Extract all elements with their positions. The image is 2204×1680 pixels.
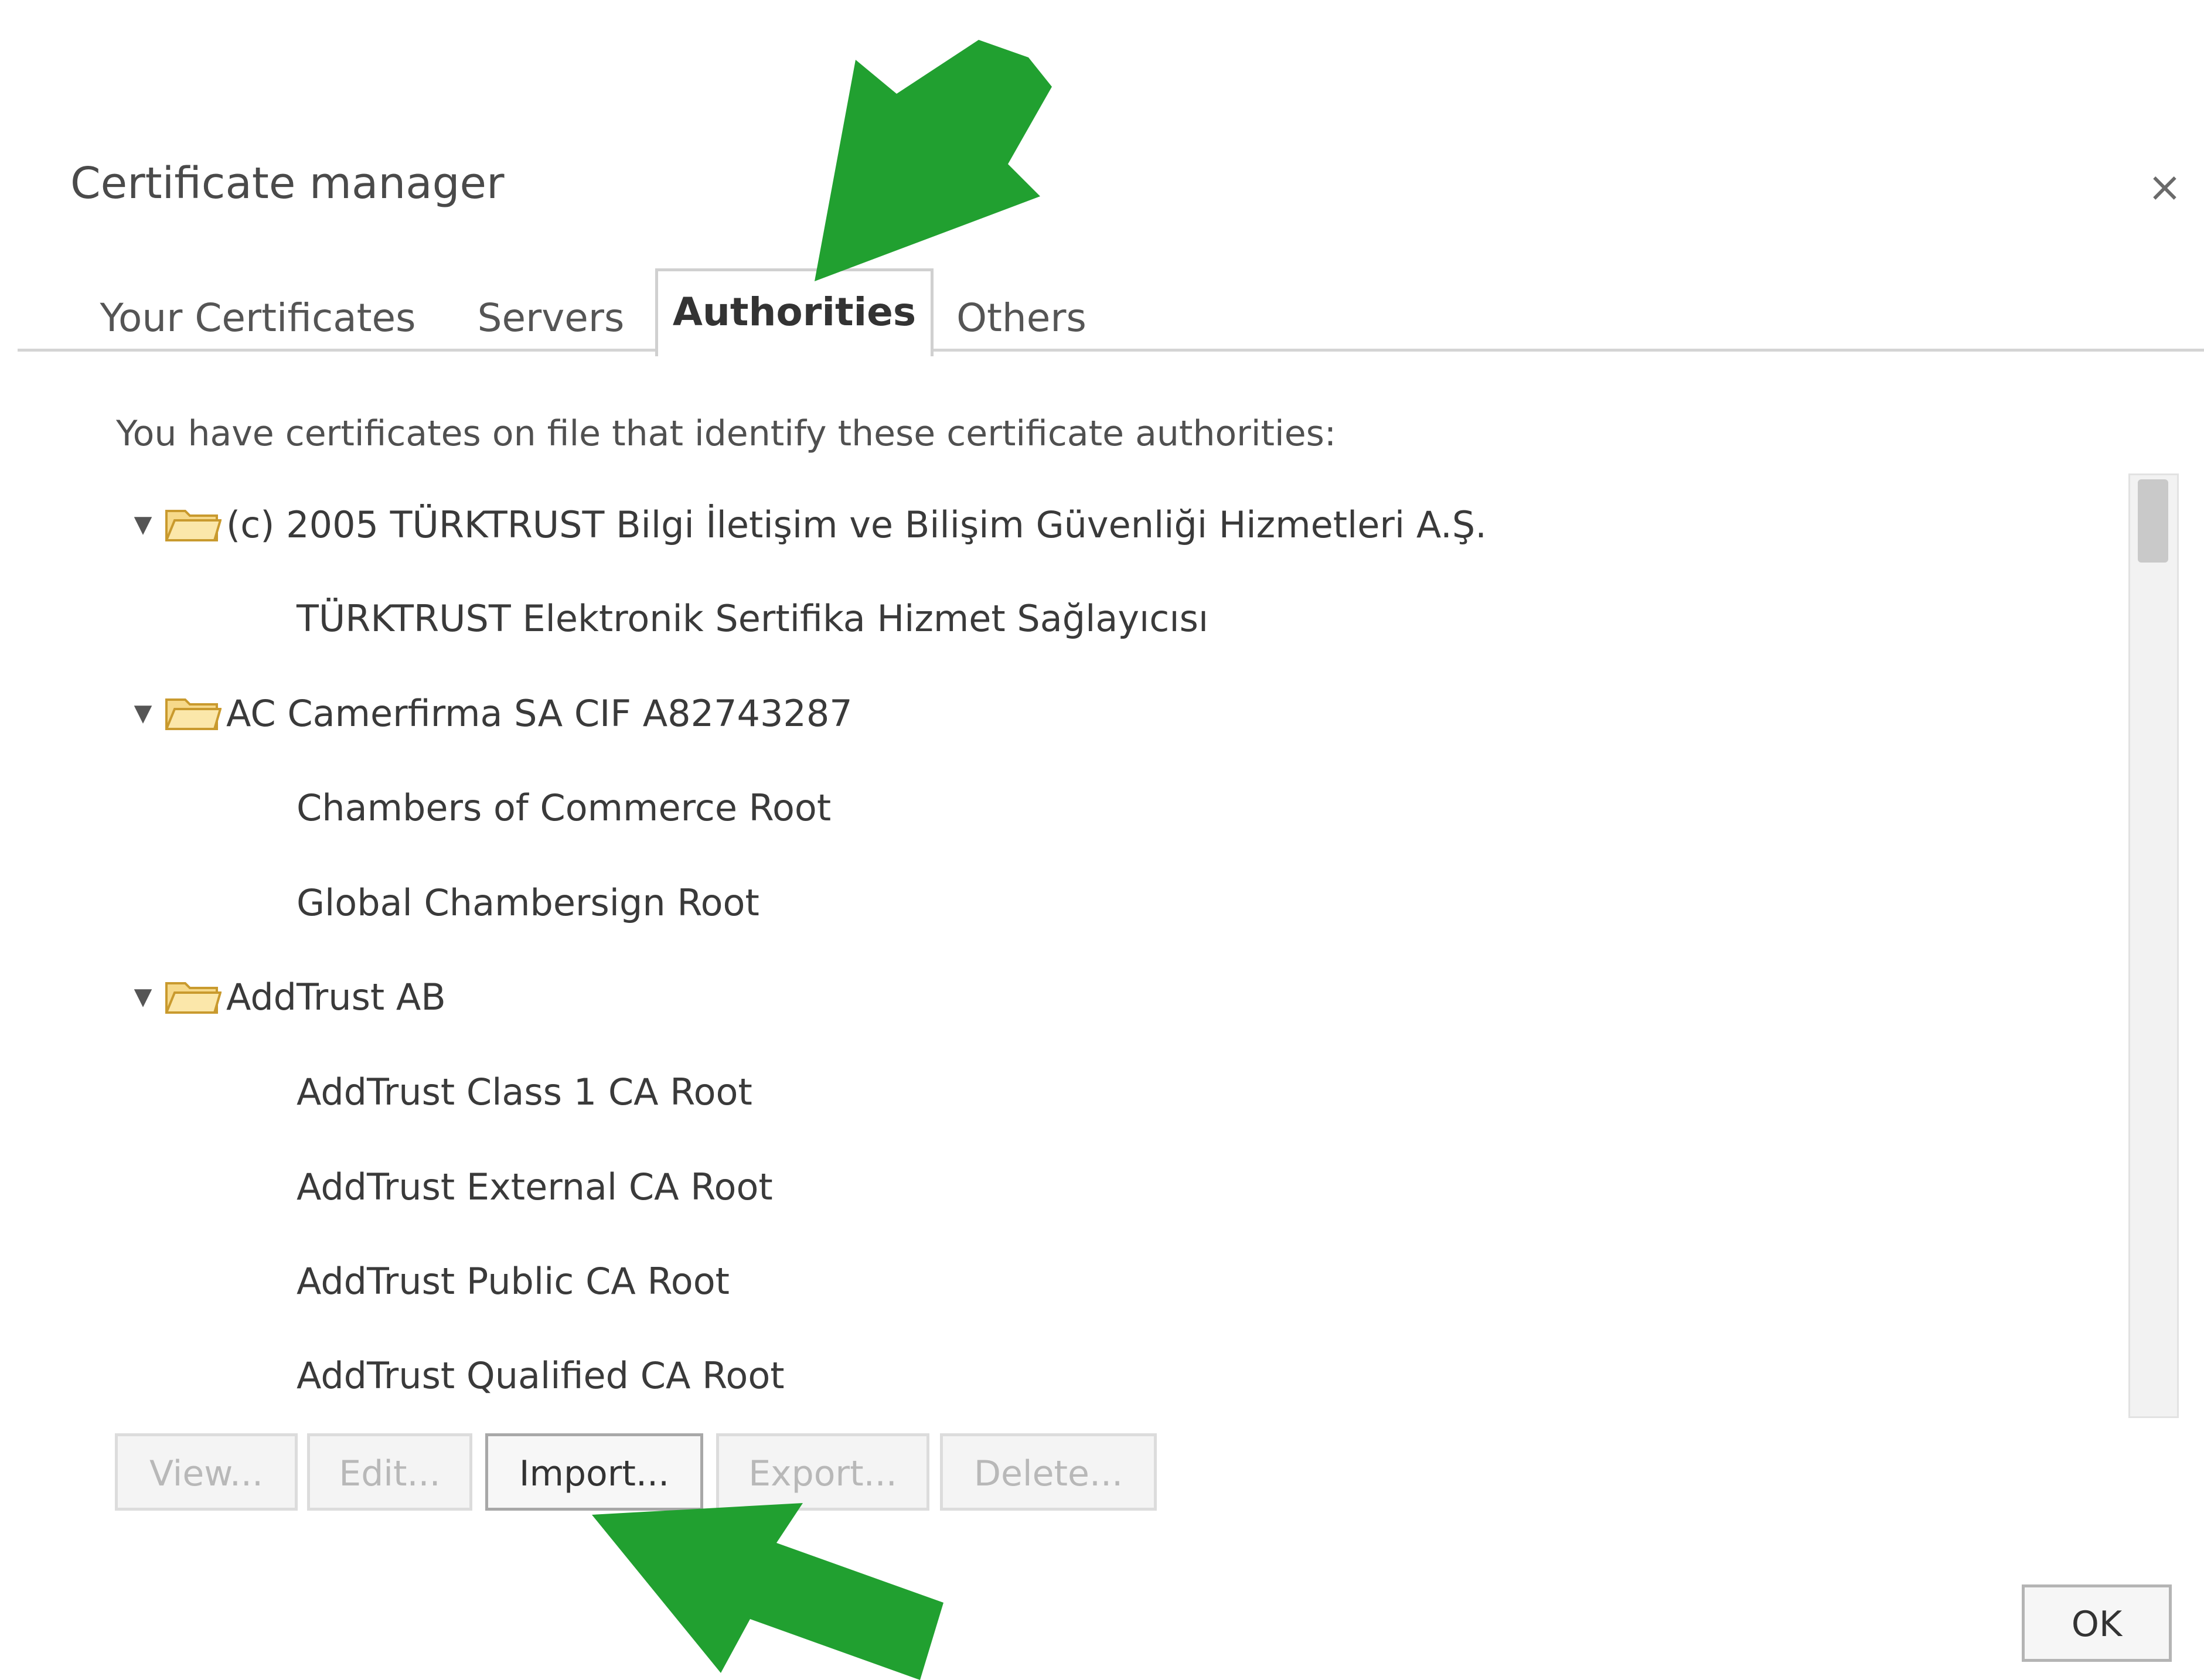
tab-your-certificates[interactable]: Your Certificates	[94, 287, 422, 349]
tab-servers[interactable]: Servers	[463, 287, 639, 349]
arrow-icon	[815, 40, 1052, 281]
intro-text: You have certificates on file that ident…	[116, 413, 1337, 454]
tree-item[interactable]: AddTrust Class 1 CA Root	[117, 1045, 752, 1139]
tree-group-label: (c) 2005 TÜRKTRUST Bilgi İletişim ve Bil…	[226, 503, 1487, 546]
tree-item[interactable]: TÜRKTRUST Elektronik Sertifika Hizmet Sa…	[117, 571, 1208, 665]
view-button[interactable]: View...	[115, 1433, 298, 1511]
ok-button[interactable]: OK	[2022, 1584, 2172, 1662]
folder-icon	[165, 695, 222, 731]
expand-caret-icon[interactable]: ▼	[129, 511, 157, 538]
certificate-tree: ▼ (c) 2005 TÜRKTRUST Bilgi İletişim ve B…	[117, 478, 2110, 1418]
expand-caret-icon[interactable]: ▼	[129, 983, 157, 1010]
tree-item[interactable]: AddTrust Public CA Root	[117, 1234, 730, 1328]
expand-caret-icon[interactable]: ▼	[129, 700, 157, 727]
tree-item[interactable]: Global Chambersign Root	[117, 856, 759, 949]
tree-item[interactable]: AddTrust Qualified CA Root	[117, 1328, 785, 1418]
delete-button[interactable]: Delete...	[940, 1433, 1157, 1511]
tree-group-row[interactable]: ▼ AC Camerfirma SA CIF A82743287	[117, 666, 853, 760]
tab-authorities[interactable]: Authorities	[655, 268, 934, 356]
tree-group-row[interactable]: ▼ (c) 2005 TÜRKTRUST Bilgi İletişim ve B…	[117, 478, 1487, 571]
tree-scrollbar[interactable]	[2128, 473, 2179, 1418]
edit-button[interactable]: Edit...	[307, 1433, 472, 1511]
folder-icon	[165, 979, 222, 1015]
tree-item[interactable]: AddTrust External CA Root	[117, 1140, 773, 1233]
dialog-title: Certificate manager	[70, 158, 505, 209]
tab-others[interactable]: Others	[942, 287, 1101, 349]
tree-item[interactable]: Chambers of Commerce Root	[117, 761, 831, 854]
tree-group-label: AddTrust AB	[226, 975, 446, 1018]
scrollbar-thumb[interactable]	[2138, 479, 2168, 563]
close-icon[interactable]: ×	[2144, 166, 2186, 208]
folder-icon	[165, 506, 222, 543]
export-button[interactable]: Export...	[716, 1433, 929, 1511]
arrow-icon	[592, 1503, 943, 1680]
import-button[interactable]: Import...	[485, 1433, 703, 1511]
tree-group-row[interactable]: ▼ AddTrust AB	[117, 950, 446, 1044]
tree-group-label: AC Camerfirma SA CIF A82743287	[226, 691, 853, 735]
